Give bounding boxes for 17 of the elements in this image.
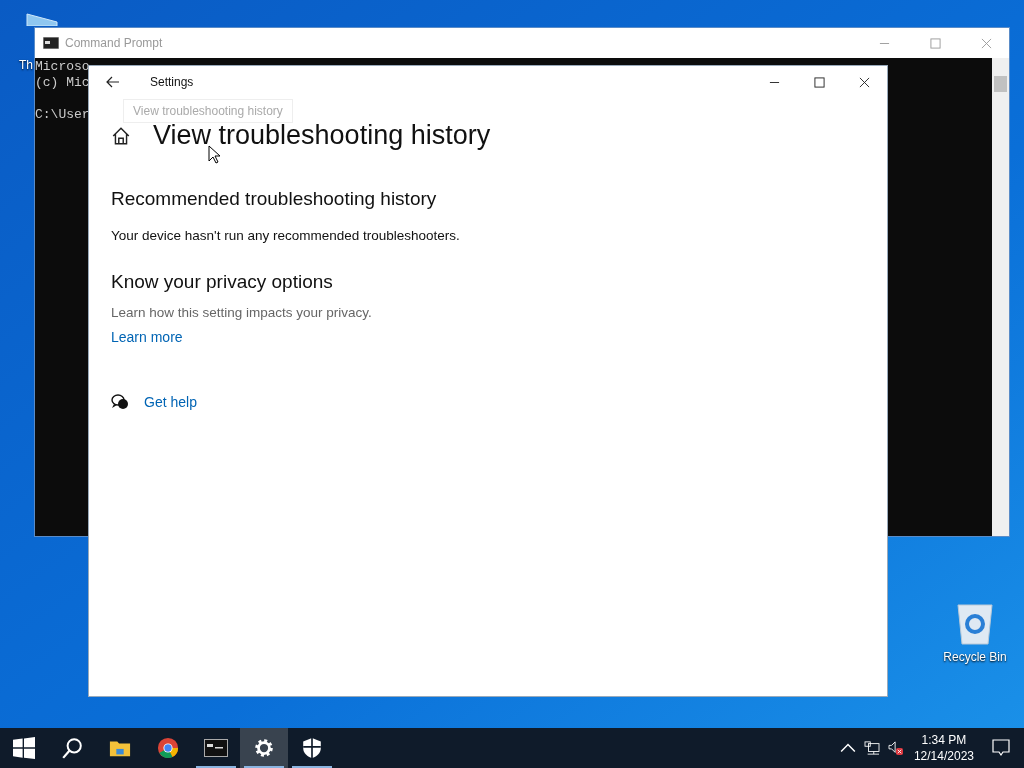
description-text: Learn how this setting impacts your privacy. xyxy=(111,305,373,320)
section-heading: Recommended troubleshooting history xyxy=(111,188,438,210)
console-line: (c) Mic xyxy=(35,75,90,90)
console-prompt: C:\User xyxy=(35,107,90,122)
section-heading: Know your privacy options xyxy=(111,271,334,293)
window-title: Command Prompt xyxy=(65,36,163,50)
clock-time[interactable]: 1:34 PM xyxy=(921,732,967,748)
desktop-icon-label[interactable]: Th xyxy=(19,58,33,72)
desktop-icon-label[interactable]: Recycle Bin xyxy=(943,650,1007,664)
get-help-link[interactable]: Get help xyxy=(144,394,197,410)
window-title: Settings xyxy=(150,75,194,89)
learn-more-link[interactable]: Learn more xyxy=(111,329,183,345)
clock-date[interactable]: 12/14/2023 xyxy=(913,748,974,764)
console-line: Microso xyxy=(35,59,90,74)
description-text: Your device hasn't run any recommended troubleshooters. xyxy=(111,228,461,243)
tooltip: View troubleshooting history xyxy=(123,99,293,123)
page-title: View troubleshooting history xyxy=(153,120,491,151)
